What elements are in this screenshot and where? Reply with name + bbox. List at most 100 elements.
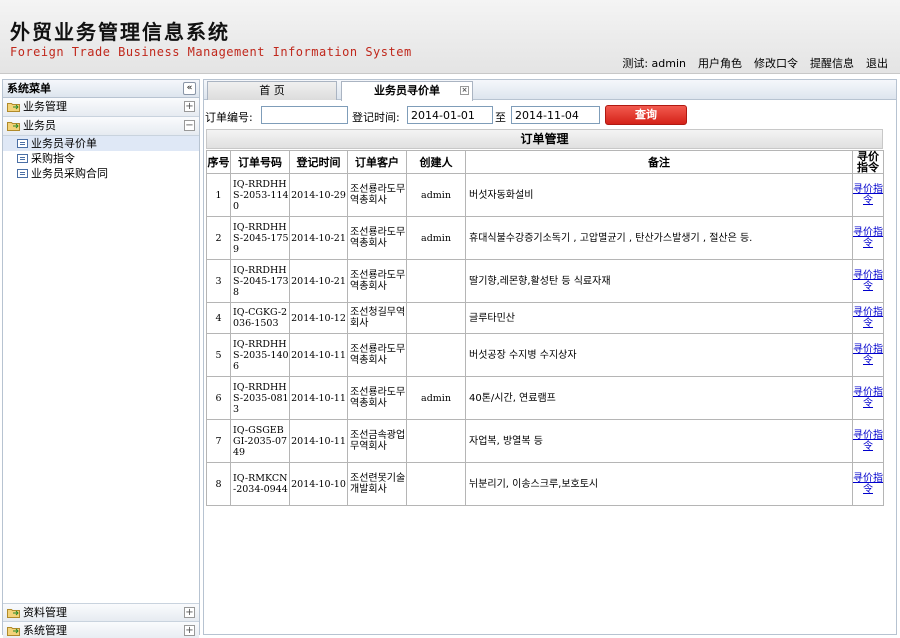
date-from-input[interactable] (407, 106, 493, 124)
cell-note: 자업복, 방열복 등 (465, 419, 853, 463)
cell-customer: 조선룡라도무역총회사 (347, 376, 407, 420)
inquiry-instruction-link[interactable]: 寻价指令 (853, 184, 883, 206)
column-header: 订单客户 (347, 150, 407, 174)
section-data-management[interactable]: 资料管理 + (3, 603, 199, 622)
change-password-link[interactable]: 修改口令 (754, 55, 798, 71)
order-number-label: 订单编号: (205, 111, 253, 124)
inquiry-instruction-link[interactable]: 寻价指令 (853, 270, 883, 292)
cell-customer: 조선련못기술개발회사 (347, 462, 407, 506)
user-roles-link[interactable]: 用户角色 (698, 55, 742, 71)
cell-customer: 조선금속광업무역회사 (347, 419, 407, 463)
app-header: 外贸业务管理信息系统 Foreign Trade Business Manage… (0, 0, 900, 74)
logout-link[interactable]: 退出 (866, 55, 888, 71)
expand-icon[interactable]: + (184, 607, 195, 618)
current-user: 测试: admin (622, 57, 686, 70)
cell-note: 버섯공장 수지병 수지상자 (465, 333, 853, 377)
tab-home[interactable]: 首 页 (207, 81, 337, 100)
menu-item-inquiry-sheet[interactable]: 业务员寻价单 (3, 136, 199, 151)
cell-creator: admin (406, 173, 466, 217)
reminders-link[interactable]: 提醒信息 (810, 55, 854, 71)
user-bar: 测试: admin 用户角色 修改口令 提醒信息 退出 (622, 55, 888, 71)
cell-customer: 조선룡라도무역총회사 (347, 333, 407, 377)
collapse-icon[interactable]: − (184, 120, 195, 131)
page-icon (17, 169, 28, 178)
cell-order-number: IQ-RRDHHS-2053-1140 (230, 173, 290, 217)
order-number-input[interactable] (261, 106, 348, 124)
table-header-row: 序号 订单号码 登记时间 订单客户 创建人 备注 寻价指令 (206, 150, 884, 174)
menu-item-label: 业务员采购合同 (31, 167, 108, 180)
search-bar: 订单编号: 登记时间: 至 查询 (204, 105, 896, 126)
main-panel: 首 页 业务员寻价单 × 订单编号: 登记时间: 至 查询 订单管理 序号 订单… (203, 79, 897, 635)
inquiry-instruction-link[interactable]: 寻价指令 (853, 473, 883, 495)
cell-order-number: IQ-RRDHHS-2035-0813 (230, 376, 290, 420)
cell-date: 2014-10-12 (289, 302, 348, 334)
cell-order-number: IQ-RRDHHS-2045-1759 (230, 216, 290, 260)
cell-date: 2014-10-11 (289, 333, 348, 377)
query-button[interactable]: 查询 (605, 105, 687, 125)
tab-label: 业务员寻价单 (374, 84, 440, 97)
cell-customer: 조선룡라도무역총회사 (347, 216, 407, 260)
page-icon (17, 139, 28, 148)
cell-order-number: IQ-RRDHHS-2045-1738 (230, 259, 290, 303)
section-salesman[interactable]: 业务员 − (3, 117, 199, 136)
menu-item-purchase-contract[interactable]: 业务员采购合同 (3, 166, 199, 181)
cell-customer: 조선룡라도무역총회사 (347, 173, 407, 217)
cell-customer: 조선청길무역회사 (347, 302, 407, 334)
order-table: 序号 订单号码 登记时间 订单客户 创建人 备注 寻价指令 1 IQ-RRDHH… (206, 150, 884, 506)
cell-creator: admin (406, 376, 466, 420)
tab-inquiry-sheet[interactable]: 业务员寻价单 × (341, 81, 473, 101)
inquiry-instruction-link[interactable]: 寻价指令 (853, 387, 883, 409)
cell-creator (406, 333, 466, 377)
cell-note: 딸기향,레몬향,활성탄 등 식료자재 (465, 259, 853, 303)
cell-order-number: IQ-RRDHHS-2035-1406 (230, 333, 290, 377)
section-system-management[interactable]: 系统管理 + (3, 622, 199, 638)
table-row: 5 IQ-RRDHHS-2035-1406 2014-10-11 조선룡라도무역… (206, 333, 884, 377)
cell-date: 2014-10-29 (289, 173, 348, 217)
page-icon (17, 154, 28, 163)
table-row: 7 IQ-GSGEBGI-2035-0749 2014-10-11 조선금속광업… (206, 419, 884, 463)
date-to-input[interactable] (511, 106, 600, 124)
register-date-label: 登记时间: (352, 111, 400, 124)
expand-icon[interactable]: + (184, 625, 195, 636)
cell-note: 40톤/시간, 연료램프 (465, 376, 853, 420)
menu-item-purchase-order[interactable]: 采购指令 (3, 151, 199, 166)
close-icon[interactable]: × (460, 86, 469, 95)
tab-strip: 首 页 业务员寻价单 × (204, 80, 896, 101)
inquiry-instruction-link[interactable]: 寻价指令 (853, 227, 883, 249)
collapse-sidebar-icon[interactable]: « (183, 82, 196, 95)
cell-customer: 조선룡라도무역총회사 (347, 259, 407, 303)
app-title: 外贸业务管理信息系统 (10, 20, 230, 44)
cell-order-number: IQ-GSGEBGI-2035-0749 (230, 419, 290, 463)
section-business-management[interactable]: 业务管理 + (3, 98, 199, 117)
cell-no: 4 (206, 302, 231, 334)
cell-date: 2014-10-10 (289, 462, 348, 506)
sidebar-header: 系统菜单 « (3, 80, 199, 98)
menu-item-label: 采购指令 (31, 152, 75, 165)
inquiry-instruction-link[interactable]: 寻价指令 (853, 344, 883, 366)
cell-creator (406, 302, 466, 334)
column-header: 寻价指令 (852, 150, 884, 174)
section-label: 业务管理 (23, 100, 67, 113)
cell-no: 6 (206, 376, 231, 420)
table-row: 6 IQ-RRDHHS-2035-0813 2014-10-11 조선룡라도무역… (206, 376, 884, 420)
section-label: 资料管理 (23, 606, 67, 619)
cell-date: 2014-10-11 (289, 419, 348, 463)
cell-creator (406, 419, 466, 463)
folder-icon (7, 609, 20, 618)
cell-no: 2 (206, 216, 231, 260)
cell-no: 8 (206, 462, 231, 506)
folder-icon (7, 103, 20, 112)
cell-no: 1 (206, 173, 231, 217)
column-header: 备注 (465, 150, 853, 174)
column-header: 登记时间 (289, 150, 348, 174)
cell-creator (406, 259, 466, 303)
sidebar: 系统菜单 « 业务管理 + 业务员 − 业务员寻价单 采购指令 业务员采购合同 … (2, 79, 200, 638)
folder-icon (7, 627, 20, 636)
grid-title: 订单管理 (206, 129, 883, 149)
inquiry-instruction-link[interactable]: 寻价指令 (853, 307, 883, 329)
column-header: 订单号码 (230, 150, 290, 174)
expand-icon[interactable]: + (184, 101, 195, 112)
inquiry-instruction-link[interactable]: 寻价指令 (853, 430, 883, 452)
table-row: 4 IQ-CGKG-2036-1503 2014-10-12 조선청길무역회사 … (206, 302, 884, 334)
